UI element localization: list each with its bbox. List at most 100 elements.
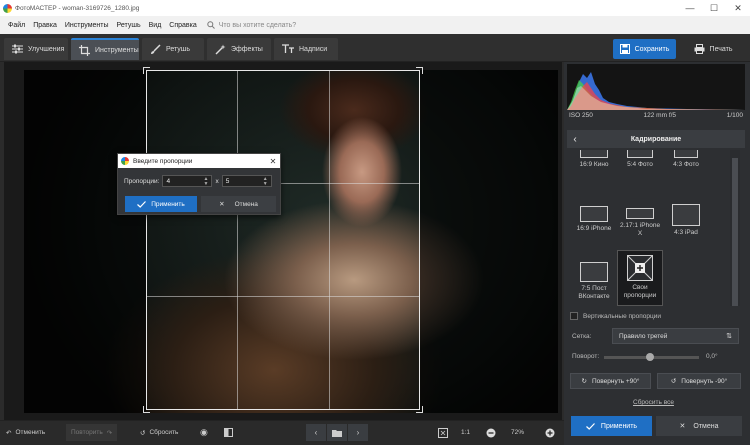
menu-view[interactable]: Вид xyxy=(145,22,166,29)
checkmark-icon xyxy=(137,200,147,208)
prev-image-button[interactable]: ‹ xyxy=(306,424,326,441)
tab-effects[interactable]: Эффекты xyxy=(207,38,271,60)
preset-2-17-1-iphone-x[interactable]: 2.17:1 iPhone X xyxy=(617,208,663,238)
preset-frame xyxy=(626,208,654,219)
tab-label: Инструменты xyxy=(95,46,139,54)
preset-frame xyxy=(627,150,653,158)
crop-apply-button[interactable]: Применить xyxy=(571,416,652,436)
menu-edit[interactable]: Правка xyxy=(29,22,61,29)
redo-arrow-icon: ↷ xyxy=(106,429,113,437)
preset-label: Свои пропорции xyxy=(623,284,657,299)
compare-icon xyxy=(224,428,233,437)
undo-button[interactable]: ↶ Отменить xyxy=(6,424,45,441)
redo-button[interactable]: Повторить ↷ xyxy=(66,424,118,441)
preset-4-3-ipad[interactable]: 4:3 iPad xyxy=(663,204,709,237)
vertical-proportions-checkbox[interactable]: Вертикальные пропорции xyxy=(570,312,661,320)
checkbox-box[interactable] xyxy=(570,312,578,320)
tab-enhancements[interactable]: Улучшения xyxy=(4,38,68,60)
close-icon: ✕ xyxy=(219,201,225,208)
preset-4-3-photo[interactable]: 4:3 Фото xyxy=(663,150,709,169)
rotate-plus-90-button[interactable]: ↻ Повернуть +90° xyxy=(570,373,651,389)
menu-retouch[interactable]: Ретушь xyxy=(113,22,145,29)
close-icon: ✕ xyxy=(679,423,686,430)
fit-to-screen-button[interactable] xyxy=(438,424,448,441)
crop-handle-bottom-right[interactable] xyxy=(416,406,423,413)
brush-icon xyxy=(151,43,161,54)
spinner-arrows-icon[interactable]: ▲ ▼ xyxy=(204,177,209,187)
preset-16-9-kino[interactable]: 16:9 Кино xyxy=(571,150,617,169)
back-arrow-icon[interactable]: ‹ xyxy=(567,134,583,145)
rotate-minus-90-button[interactable]: ↺ Повернуть -90° xyxy=(657,373,741,389)
rotation-value: 0,0° xyxy=(706,353,718,360)
menu-tools[interactable]: Инструменты xyxy=(61,22,113,29)
tab-captions[interactable]: Надписи xyxy=(274,38,338,60)
photo-meta: ISO 250 122 mm f/5 1/100 xyxy=(567,112,745,124)
open-folder-button[interactable] xyxy=(327,424,347,441)
close-window-button[interactable]: ✕ xyxy=(726,0,750,16)
preset-16-9-iphone[interactable]: 16:9 iPhone xyxy=(571,206,617,233)
preset-5-4-photo[interactable]: 5:4 Фото xyxy=(617,150,663,169)
redo-label: Повторить xyxy=(71,429,103,436)
grid-label: Сетка: xyxy=(572,333,592,340)
dialog-apply-label: Применить xyxy=(151,200,185,208)
tab-tools[interactable]: Инструменты xyxy=(71,38,139,60)
menu-file[interactable]: Файл xyxy=(4,22,29,29)
fit-screen-icon xyxy=(438,427,448,438)
crop-presets-grid: 16:9 Кино 5:4 Фото 4:3 Фото 16:9 iPhone … xyxy=(567,150,727,306)
preset-label: 4:3 iPad xyxy=(674,229,698,236)
zoom-in-button[interactable] xyxy=(545,424,555,441)
presets-scrollbar[interactable] xyxy=(730,150,740,306)
search-icon xyxy=(207,21,215,29)
command-search[interactable]: Что вы хотите сделать? xyxy=(207,21,296,29)
crop-panel-header: ‹ Кадрирование xyxy=(567,130,745,148)
crop-frame[interactable] xyxy=(143,67,423,413)
shutter-value: 1/100 xyxy=(726,112,743,119)
menu-help[interactable]: Справка xyxy=(165,22,200,29)
crop-handle-top-left[interactable] xyxy=(143,67,150,74)
preset-frame xyxy=(580,262,608,282)
sliders-icon xyxy=(12,44,23,54)
preview-eye-button[interactable]: ◉ xyxy=(200,424,208,441)
slider-knob[interactable] xyxy=(646,353,654,361)
crop-handle-bottom-left[interactable] xyxy=(143,406,150,413)
minimize-button[interactable]: — xyxy=(678,0,702,16)
iso-value: ISO 250 xyxy=(569,112,593,119)
tab-retouch[interactable]: Ретушь xyxy=(142,38,204,60)
floppy-disk-icon xyxy=(619,44,630,54)
spinner-arrows-icon[interactable]: ▲ ▼ xyxy=(263,177,268,187)
crop-cancel-label: Отмена xyxy=(693,422,719,430)
dialog-close-button[interactable]: ✕ xyxy=(266,157,280,166)
rotation-slider[interactable] xyxy=(604,353,699,361)
chevron-updown-icon: ⇅ xyxy=(726,333,732,340)
proportion-height-input[interactable]: 5 ▲ ▼ xyxy=(221,175,272,187)
title-bar: ФотоМАСТЕР - woman-3169726_1280.jpg — ☐ … xyxy=(0,0,750,16)
print-label: Печать xyxy=(709,45,733,53)
reset-button[interactable]: ↺ Сбросить xyxy=(140,424,178,441)
preset-label: 2.17:1 iPhone X xyxy=(619,222,661,237)
maximize-button[interactable]: ☐ xyxy=(702,0,726,16)
preset-label: 16:9 Кино xyxy=(579,161,609,168)
scrollbar-thumb[interactable] xyxy=(732,158,738,306)
crop-apply-label: Применить xyxy=(600,422,638,430)
actual-size-button[interactable]: 1:1 xyxy=(461,424,470,441)
compare-button[interactable] xyxy=(224,424,233,441)
dialog-apply-button[interactable]: Применить xyxy=(125,196,197,212)
dialog-cancel-button[interactable]: ✕ Отмена xyxy=(201,196,276,212)
histogram xyxy=(567,64,745,110)
preset-7-5-vk-post[interactable]: 7:5 Пост ВКонтакте xyxy=(571,262,617,301)
proportion-width-input[interactable]: 4 ▲ ▼ xyxy=(162,175,213,187)
next-image-button[interactable]: › xyxy=(348,424,368,441)
chevron-right-icon: › xyxy=(356,428,360,437)
print-button[interactable]: Печать xyxy=(681,39,745,59)
preset-custom-proportions[interactable]: Свои пропорции xyxy=(617,250,663,306)
crop-handle-top-right[interactable] xyxy=(416,67,423,74)
crop-shade-left xyxy=(24,70,146,413)
crop-shade-right xyxy=(420,70,558,413)
grid-select[interactable]: Правило третей ⇅ xyxy=(612,328,739,344)
zoom-out-button[interactable] xyxy=(486,424,496,441)
save-button[interactable]: Сохранить xyxy=(613,39,676,59)
reset-all-link[interactable]: Сбросить все xyxy=(633,399,674,406)
preset-label: 5:4 Фото xyxy=(627,161,653,168)
dialog-header: Введите пропорции ✕ xyxy=(118,154,280,168)
crop-cancel-button[interactable]: ✕ Отмена xyxy=(656,416,742,436)
